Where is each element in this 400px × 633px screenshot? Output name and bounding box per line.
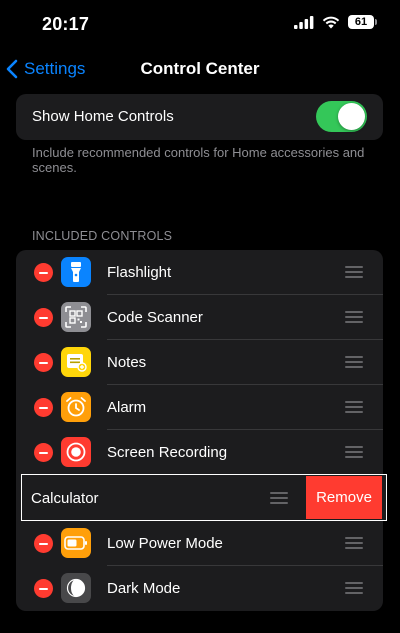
- list-item-low-power-mode: Low Power Mode: [16, 521, 383, 566]
- list-item-label: Flashlight: [107, 264, 172, 281]
- dark-mode-icon: [61, 573, 91, 603]
- home-controls-cell: Show Home Controls: [16, 94, 383, 140]
- navigation-bar: Settings Control Center: [0, 46, 400, 92]
- reorder-handle[interactable]: [345, 311, 363, 323]
- list-item-calculator-swiped[interactable]: Calculator Remove: [21, 474, 387, 521]
- reorder-handle[interactable]: [345, 537, 363, 549]
- list-item-dark-mode: Dark Mode: [16, 566, 383, 611]
- included-controls-header: INCLUDED CONTROLS: [32, 229, 173, 243]
- list-item-screen-recording: Screen Recording: [16, 430, 383, 475]
- list-item-alarm: Alarm: [16, 385, 383, 430]
- record-icon: [61, 437, 91, 467]
- list-item-label: Screen Recording: [107, 444, 228, 461]
- included-controls-list: Flashlight Code Scanner Notes Alarm Scre…: [16, 250, 383, 611]
- status-time: 20:17: [42, 14, 90, 34]
- home-controls-toggle[interactable]: [316, 101, 367, 132]
- reorder-handle[interactable]: [345, 266, 363, 278]
- remove-button[interactable]: Remove: [306, 476, 382, 519]
- list-item-label: Dark Mode: [107, 580, 181, 597]
- reorder-handle[interactable]: [345, 356, 363, 368]
- notes-icon: [61, 347, 91, 377]
- toggle-knob: [338, 103, 365, 130]
- status-icons: 61: [294, 15, 377, 29]
- list-item-code-scanner: Code Scanner: [16, 295, 383, 340]
- remove-control-button[interactable]: [34, 398, 53, 417]
- reorder-handle[interactable]: [345, 582, 363, 594]
- reorder-handle[interactable]: [345, 401, 363, 413]
- signal-icon: [294, 15, 314, 29]
- remove-control-button[interactable]: [34, 534, 53, 553]
- list-item-label: Low Power Mode: [107, 535, 223, 552]
- battery-icon: 61: [348, 15, 377, 29]
- wifi-icon: [322, 16, 340, 28]
- remove-control-button[interactable]: [34, 443, 53, 462]
- list-item-flashlight: Flashlight: [16, 250, 383, 295]
- list-item-label: Alarm: [107, 399, 147, 416]
- flashlight-icon: [61, 257, 91, 287]
- reorder-handle[interactable]: [270, 492, 288, 504]
- remove-control-button[interactable]: [34, 353, 53, 372]
- remove-control-button[interactable]: [34, 579, 53, 598]
- page-title: Control Center: [140, 59, 260, 78]
- list-item-notes: Notes: [16, 340, 383, 385]
- control-center-screen: 20:17 61 Settings Control Center Show Ho…: [0, 0, 400, 633]
- home-controls-description: Include recommended controls for Home ac…: [32, 145, 365, 175]
- qr-code-icon: [61, 302, 91, 332]
- list-item-label: Notes: [107, 354, 147, 371]
- remove-control-button[interactable]: [34, 308, 53, 327]
- home-controls-label: Show Home Controls: [32, 108, 174, 125]
- reorder-handle[interactable]: [345, 446, 363, 458]
- remove-control-button[interactable]: [34, 263, 53, 282]
- battery-low-power-icon: [61, 528, 91, 558]
- list-item-label: Code Scanner: [107, 309, 203, 326]
- status-bar: 20:17 61: [0, 0, 400, 46]
- alarm-clock-icon: [61, 392, 91, 422]
- list-item-label: Calculator: [31, 490, 99, 507]
